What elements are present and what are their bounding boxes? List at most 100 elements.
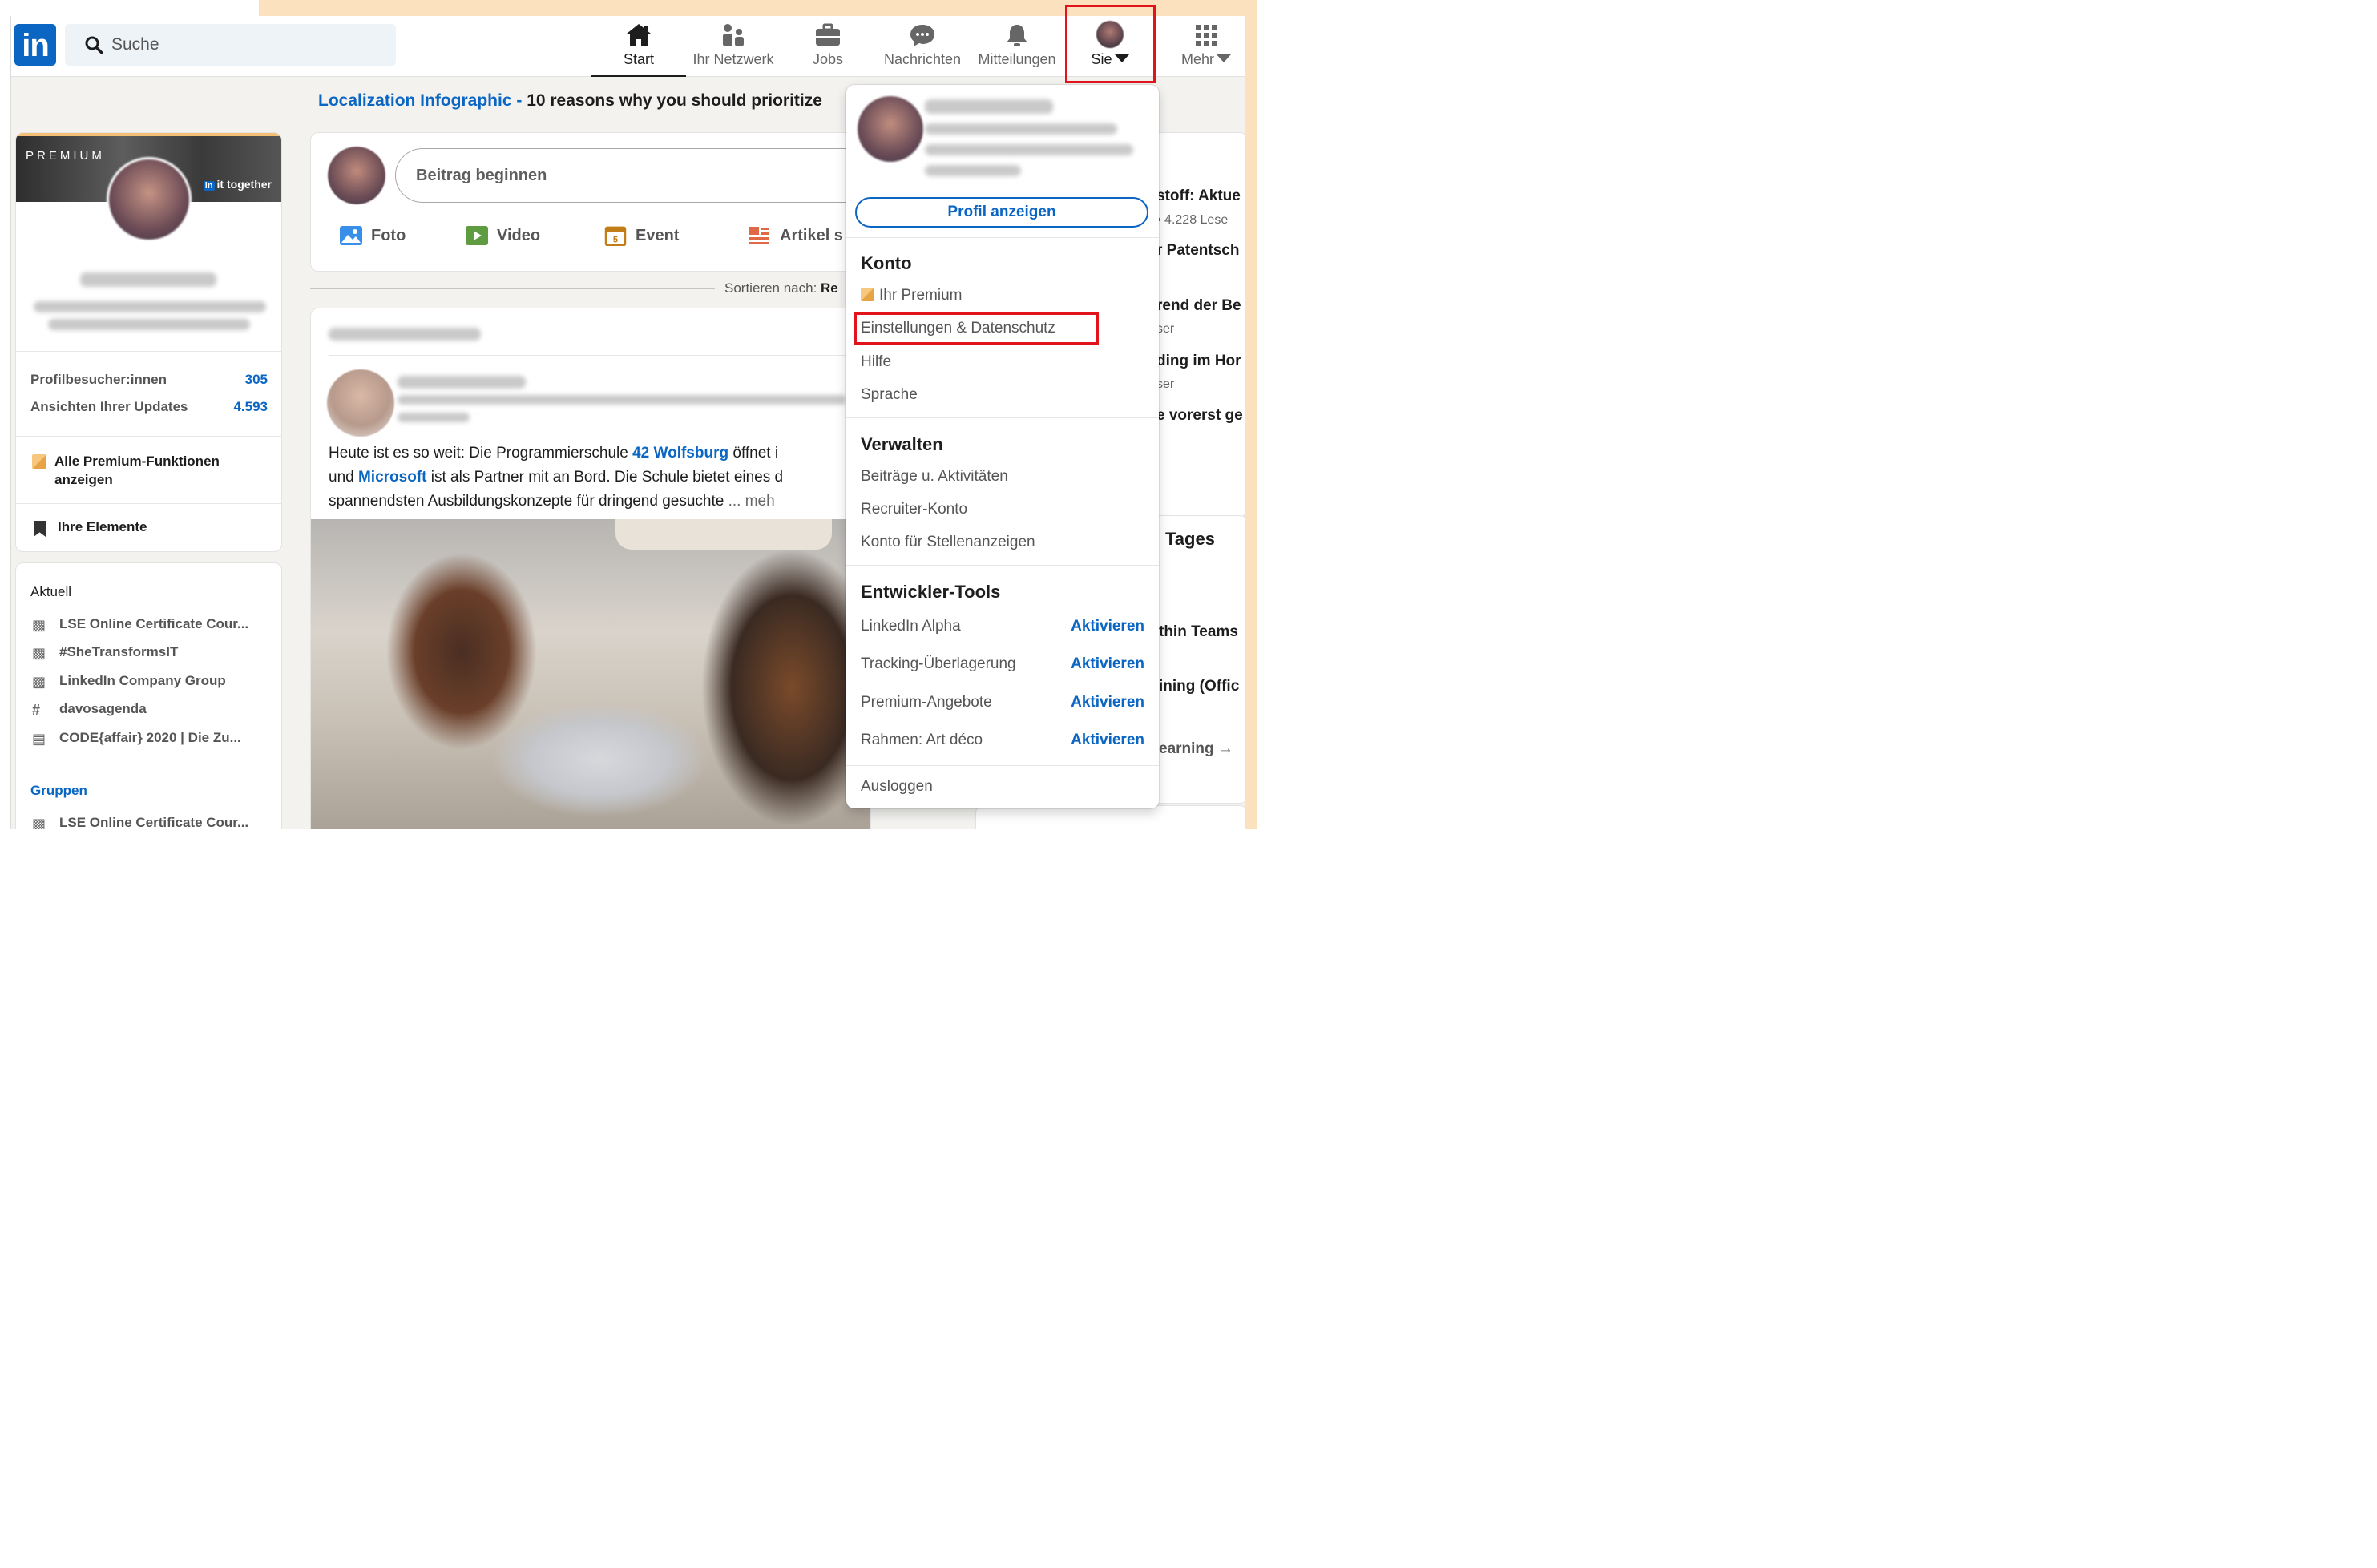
banner-link[interactable]: Localization Infographic - bbox=[318, 91, 522, 110]
nav-more-label: Mehr bbox=[1180, 51, 1214, 67]
activate-button[interactable]: Aktivieren bbox=[1071, 655, 1144, 673]
stat-update-views[interactable]: Ansichten Ihrer Updates 4.593 bbox=[30, 399, 268, 415]
promo-banner[interactable]: Localization Infographic - 10 reasons wh… bbox=[318, 91, 822, 111]
news-item-title[interactable]: ding im Hor bbox=[1156, 353, 1241, 370]
together-logo: in bbox=[203, 181, 215, 191]
premium-icon bbox=[861, 288, 874, 301]
post-header-blurred bbox=[329, 328, 481, 341]
logout-item[interactable]: Ausloggen bbox=[861, 778, 933, 796]
feed-post: Heute ist es so weit: Die Programmiersch… bbox=[310, 308, 871, 829]
recent-item[interactable]: ▩ #SheTransformsIT bbox=[30, 644, 178, 661]
banner-text: 10 reasons why you should prioritize bbox=[527, 91, 822, 110]
premium-features-link[interactable]: Alle Premium-Funktionen anzeigen bbox=[30, 452, 263, 489]
course-card-title: Tages bbox=[1165, 529, 1215, 549]
learning-link[interactable]: earning → bbox=[1159, 740, 1233, 758]
dropdown-avatar[interactable] bbox=[858, 96, 923, 162]
dropdown-name-blurred bbox=[925, 99, 1053, 114]
video-label: Video bbox=[497, 227, 541, 244]
see-more-link[interactable]: ... meh bbox=[724, 493, 775, 510]
start-post-button[interactable]: Beitrag beginnen bbox=[395, 148, 870, 203]
bell-icon bbox=[1007, 25, 1027, 46]
post-text-part: öffnet i bbox=[728, 445, 779, 462]
photo-button[interactable]: Foto bbox=[339, 226, 406, 245]
posts-activity-item[interactable]: Beiträge u. Aktivitäten bbox=[861, 468, 1008, 486]
article-button[interactable]: Artikel s bbox=[748, 227, 843, 245]
post-text: Heute ist es so weit: Die Programmiersch… bbox=[329, 441, 858, 514]
together-text: it together bbox=[216, 178, 272, 191]
nav-network-label: Ihr Netzwerk bbox=[692, 51, 774, 67]
highlight-settings-item bbox=[854, 312, 1099, 345]
post-mention-link[interactable]: Microsoft bbox=[358, 469, 427, 486]
news-item-meta: ser bbox=[1156, 322, 1175, 336]
recent-card: Aktuell ▩ LSE Online Certificate Cour... … bbox=[15, 562, 282, 829]
activate-button[interactable]: Aktivieren bbox=[1071, 732, 1144, 749]
view-profile-button[interactable]: Profil anzeigen bbox=[855, 197, 1148, 228]
recent-item[interactable]: ▩ LinkedIn Company Group bbox=[30, 673, 226, 690]
news-item-title[interactable]: e vorerst ge bbox=[1156, 407, 1243, 425]
nav-jobs-label: Jobs bbox=[812, 51, 844, 67]
post-time-blurred bbox=[398, 413, 470, 422]
top-nav: in Start Ihr Netzwerk bbox=[11, 16, 1245, 77]
post-mention-link[interactable]: 42 Wolfsburg bbox=[632, 445, 728, 462]
news-item-title[interactable]: stoff: Aktue bbox=[1156, 187, 1241, 205]
linkedin-logo[interactable]: in bbox=[14, 24, 56, 66]
nav-start[interactable]: Start bbox=[591, 16, 686, 77]
nav-network[interactable]: Ihr Netzwerk bbox=[686, 16, 781, 77]
nav-messages[interactable]: Nachrichten bbox=[875, 16, 970, 77]
sort-value: Re bbox=[821, 280, 838, 296]
sort-selector[interactable]: Sortieren nach: Re bbox=[724, 280, 838, 296]
nav-jobs[interactable]: Jobs bbox=[781, 16, 875, 77]
stat-label: Profilbesucher:innen bbox=[30, 372, 167, 387]
post-image[interactable] bbox=[311, 519, 870, 829]
nav-notifications-label: Mitteilungen bbox=[978, 51, 1056, 67]
language-item[interactable]: Sprache bbox=[861, 386, 918, 404]
profile-name-blurred[interactable] bbox=[80, 272, 216, 287]
recruiter-account-item[interactable]: Recruiter-Konto bbox=[861, 501, 967, 518]
stat-profile-visitors[interactable]: Profilbesucher:innen 305 bbox=[30, 372, 268, 388]
recent-item[interactable]: ▩ LSE Online Certificate Cour... bbox=[30, 616, 248, 633]
profile-headline-blurred bbox=[48, 319, 250, 330]
my-items-link[interactable]: Ihre Elemente bbox=[30, 519, 147, 537]
recent-item[interactable]: # davosagenda bbox=[30, 701, 147, 718]
home-icon bbox=[627, 24, 651, 46]
post-author-avatar[interactable] bbox=[327, 369, 394, 437]
video-button[interactable]: Video bbox=[465, 226, 541, 245]
bookmark-icon bbox=[34, 521, 46, 537]
activate-button[interactable]: Aktivieren bbox=[1071, 694, 1144, 711]
recent-item-label: davosagenda bbox=[59, 701, 147, 716]
manage-heading: Verwalten bbox=[861, 434, 943, 454]
dropdown-headline-blurred bbox=[925, 123, 1117, 135]
news-item-meta: ser bbox=[1156, 377, 1175, 391]
recent-item[interactable]: ▤ CODE{affair} 2020 | Die Zu... bbox=[30, 730, 241, 747]
groups-link[interactable]: Gruppen bbox=[30, 783, 87, 799]
event-button[interactable]: 5 Event bbox=[603, 226, 680, 246]
course-item[interactable]: ining (Offic bbox=[1159, 678, 1239, 695]
profile-avatar[interactable] bbox=[107, 157, 192, 242]
search-bar[interactable] bbox=[65, 24, 396, 66]
bottom-right-card bbox=[975, 805, 1245, 829]
dev-tool-label: Premium-Angebote bbox=[861, 694, 992, 711]
nav-more[interactable]: Mehr bbox=[1159, 16, 1245, 77]
premium-menu-item[interactable]: Ihr Premium bbox=[861, 287, 962, 304]
photo-label: Foto bbox=[371, 227, 406, 244]
post-author-blurred[interactable] bbox=[398, 376, 526, 389]
search-input[interactable] bbox=[111, 24, 384, 66]
divider bbox=[846, 237, 1159, 238]
nav-notifications[interactable]: Mitteilungen bbox=[970, 16, 1064, 77]
together-slogan: in it together bbox=[203, 178, 272, 191]
sort-divider bbox=[310, 288, 715, 289]
event-label: Event bbox=[636, 227, 680, 244]
recent-item-label: CODE{affair} 2020 | Die Zu... bbox=[59, 730, 241, 745]
my-items-label: Ihre Elemente bbox=[58, 519, 147, 534]
dev-tool-label: Tracking-Überlagerung bbox=[861, 655, 1016, 672]
job-posting-account-item[interactable]: Konto für Stellenanzeigen bbox=[861, 534, 1035, 551]
help-item[interactable]: Hilfe bbox=[861, 353, 891, 371]
avatar[interactable] bbox=[328, 147, 385, 204]
sort-label: Sortieren nach: bbox=[724, 280, 817, 296]
course-item[interactable]: thin Teams bbox=[1159, 623, 1238, 641]
news-item-title[interactable]: rend der Be bbox=[1156, 297, 1241, 315]
group-item[interactable]: ▩ LSE Online Certificate Cour... bbox=[30, 815, 248, 829]
activate-button[interactable]: Aktivieren bbox=[1071, 618, 1144, 635]
group-item-label: LSE Online Certificate Cour... bbox=[59, 815, 249, 829]
news-item-title[interactable]: r Patentsch bbox=[1156, 242, 1239, 260]
